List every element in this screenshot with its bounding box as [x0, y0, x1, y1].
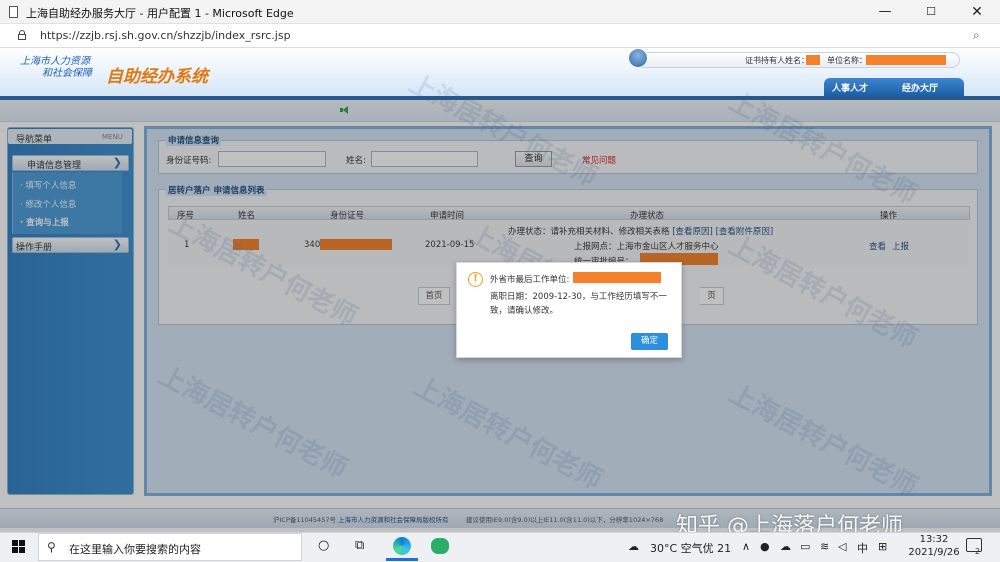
display-icon[interactable]: ▭ [800, 540, 810, 553]
redacted-employer [573, 272, 661, 283]
dialog-line3: 致，请确认修改。 [490, 306, 559, 316]
lock-icon[interactable] [18, 30, 26, 40]
org-name-line2: 和社会保障 [42, 68, 92, 79]
warning-icon: ! [468, 272, 483, 287]
nav-hr-talent[interactable]: 人事人才 [832, 81, 868, 94]
top-nav: 人事人才 经办大厅 [824, 78, 964, 96]
windows-start-icon[interactable] [12, 540, 26, 554]
ime-indicator[interactable]: 中 [857, 540, 868, 556]
clock-time: 13:32 [919, 534, 949, 545]
zoom-icon[interactable]: ⌕ [973, 28, 980, 43]
redacted-unit-name [866, 55, 946, 65]
keyboard-icon[interactable]: ⊞ [878, 540, 887, 553]
tray-app-icon[interactable]: ● [760, 540, 770, 553]
user-avatar-icon [628, 48, 648, 68]
minimize-button[interactable]: — [862, 0, 908, 24]
cloud-icon[interactable]: ☁ [780, 540, 791, 553]
wechat-icon[interactable] [431, 538, 449, 554]
search-placeholder: 在这里输入你要搜索的内容 [69, 543, 201, 556]
redacted-holder-name [806, 55, 820, 65]
weather-icon[interactable]: ☁ [628, 540, 639, 553]
unit-name-label: 单位名称： [827, 56, 867, 65]
active-app-indicator [386, 558, 418, 561]
notification-count: 2 [975, 547, 981, 556]
clock-date: 2021/9/26 [908, 547, 960, 558]
weather-text[interactable]: 30°C 空气优 21 [650, 540, 731, 556]
close-window-button[interactable]: ✕ [954, 0, 1000, 24]
window-title: 上海自助经办服务大厅 - 用户配置 1 - Microsoft Edge [26, 7, 294, 20]
search-icon: ⚲ [47, 540, 56, 554]
browser-title-bar: 上海自助经办服务大厅 - 用户配置 1 - Microsoft Edge — ☐… [0, 0, 1000, 24]
dialog-line2: 离职日期：2009-12-30，与工作经历填写不一 [490, 292, 667, 302]
volume-icon[interactable]: ◁ [838, 540, 846, 553]
cortana-icon[interactable]: ○ [318, 538, 329, 553]
edge-browser-icon[interactable] [393, 537, 411, 555]
address-bar[interactable]: https://zzjb.rsj.sh.gov.cn/shzzjb/index_… [0, 24, 1000, 48]
org-logo: 上海市人力资源 和社会保障 [20, 56, 92, 80]
taskbar-clock[interactable]: 13:32 2021/9/26 [906, 533, 962, 559]
dialog-line1: 外省市最后工作单位: [490, 275, 570, 285]
page-icon [9, 6, 18, 18]
tray-chevron-icon[interactable]: ∧ [742, 540, 750, 553]
ok-button[interactable]: 确定 [631, 333, 668, 350]
nav-service-hall[interactable]: 经办大厅 [902, 81, 938, 94]
system-name: 自助经办系统 [106, 67, 208, 87]
task-view-icon[interactable]: ⧉ [355, 538, 364, 553]
url-text[interactable]: https://zzjb.rsj.sh.gov.cn/shzzjb/index_… [40, 29, 291, 42]
holder-name-label: 证书持有人姓名： [745, 56, 809, 65]
maximize-button[interactable]: ☐ [908, 0, 954, 24]
taskbar-search-box[interactable]: ⚲ 在这里输入你要搜索的内容 [38, 533, 302, 561]
org-name-line1: 上海市人力资源 [20, 56, 90, 67]
wifi-icon[interactable]: ≋ [820, 540, 829, 553]
